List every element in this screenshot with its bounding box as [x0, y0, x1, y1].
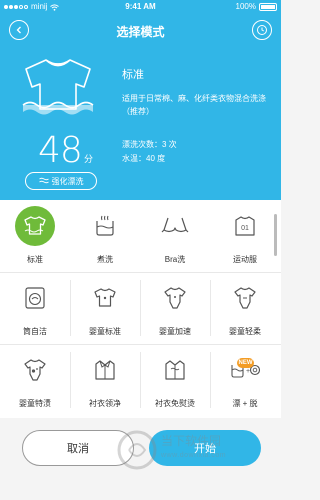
mode-grid: 标准 煮洗 Bra洗 01 运动服 筒自洁 婴童标准 婴童加速 婴童轻柔 婴童特…	[0, 200, 281, 418]
mode-standard[interactable]: 标准	[0, 200, 70, 272]
new-badge: NEW	[237, 358, 254, 368]
tshirt-large-icon	[22, 59, 94, 115]
mode-baby-gentle[interactable]: 婴童轻柔	[210, 272, 280, 344]
tshirt-icon	[24, 216, 46, 235]
bra-icon	[161, 217, 189, 233]
baby-onesie-icon	[164, 287, 186, 309]
watermark: 当下软件园 www.downxia.com	[113, 424, 258, 476]
battery-percent: 100%	[235, 2, 256, 11]
watermark-url: www.downxia.com	[161, 452, 227, 459]
nav-bar: 选择模式	[0, 18, 281, 42]
mode-label: 婴童加速	[159, 327, 191, 336]
water-temperature: 水温：40 度	[122, 154, 166, 163]
action-bar: 取消 开始 当下软件园 www.downxia.com	[0, 418, 281, 500]
mode-label: 衬衣领净	[89, 399, 121, 408]
mode-label: Bra洗	[164, 255, 186, 264]
mode-label: 标准	[27, 255, 43, 264]
mode-header-panel: minij 9:41 AM 100% 选择模式 标准 适用于日常棉、麻、化纤类衣…	[0, 0, 281, 200]
watermark-text: 当下软件园	[161, 434, 222, 448]
enhanced-rinse-label: 强化漂洗	[51, 176, 84, 186]
drum-clean-icon	[25, 287, 45, 309]
mode-drum-clean[interactable]: 筒自洁	[0, 272, 70, 344]
mode-shirt-noiron[interactable]: 衬衣免熨烫	[140, 344, 210, 416]
mode-info: 漂洗次数：3 次 水温：40 度	[122, 138, 177, 166]
mode-shirt-collar[interactable]: 衬衣领净	[70, 344, 140, 416]
page-title: 选择模式	[116, 25, 165, 39]
sportswear-icon: 01	[235, 216, 255, 236]
baby-stain-icon	[24, 359, 46, 381]
mode-label: 筒自洁	[23, 327, 47, 336]
watermark-logo-icon	[117, 430, 157, 470]
shirt-collar-icon	[95, 360, 115, 380]
mode-description: 适用于日常棉、麻、化纤类衣物混合洗涤（推荐）	[122, 94, 266, 116]
duration-minutes: 48	[38, 130, 83, 171]
baby-onesie-soft-icon	[234, 287, 256, 309]
mode-label: 衬衣免熨烫	[155, 399, 195, 408]
mode-baby-stain[interactable]: 婴童特渍	[0, 344, 70, 416]
mode-label: 婴童标准	[89, 327, 121, 336]
mode-bra[interactable]: Bra洗	[140, 200, 210, 272]
mode-label: 婴童轻柔	[229, 327, 261, 336]
mode-sportswear[interactable]: 01 运动服	[210, 200, 280, 272]
mode-label: 运动服	[233, 255, 257, 264]
mode-baby-fast[interactable]: 婴童加速	[140, 272, 210, 344]
shirt-noiron-icon	[165, 360, 185, 380]
mode-label: 煮洗	[97, 255, 113, 264]
wave-icon	[38, 177, 49, 184]
rinse-count: 漂洗次数：3 次	[122, 140, 177, 149]
mode-baby-standard[interactable]: 婴童标准	[70, 272, 140, 344]
svg-text:+: +	[246, 368, 250, 375]
clock-icon	[257, 25, 267, 35]
mode-label: 漂 + 脱	[232, 399, 258, 408]
battery-icon	[259, 3, 277, 11]
mode-label: 婴童特渍	[19, 399, 51, 408]
mode-rinse-spin[interactable]: + 漂 + 脱	[210, 344, 280, 416]
boil-icon	[96, 215, 114, 236]
baby-clothes-icon	[94, 288, 116, 307]
mode-boil[interactable]: 煮洗	[70, 200, 140, 272]
status-bar: minij 9:41 AM 100%	[0, 0, 281, 14]
enhanced-rinse-button[interactable]: 强化漂洗	[25, 172, 97, 190]
svg-text:01: 01	[241, 225, 249, 232]
duration-unit: 分	[84, 154, 94, 164]
schedule-button[interactable]	[252, 20, 272, 40]
mode-name: 标准	[122, 69, 144, 81]
